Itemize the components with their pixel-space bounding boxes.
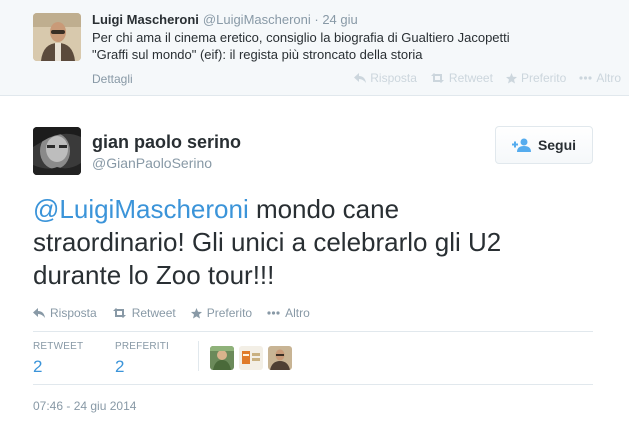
retweet-stat[interactable]: RETWEET 2 (33, 341, 115, 377)
parent-tweet-text: Per chi ama il cinema eretico, consiglio… (92, 29, 572, 63)
tweet-timestamp[interactable]: 07:46 - 24 giu 2014 (33, 399, 136, 413)
favorites-stat[interactable]: PREFERITI 2 (115, 341, 197, 377)
parent-tweet-time[interactable]: · 24 giu (314, 12, 357, 27)
retweet-action[interactable]: Retweet (112, 306, 176, 320)
reply-label: Risposta (50, 306, 97, 320)
parent-tweet-actions: Risposta Retweet Preferito Altro (341, 71, 621, 85)
more-icon (267, 311, 280, 315)
parent-reply-action[interactable]: Risposta (354, 71, 417, 85)
star-icon (190, 307, 202, 318)
parent-text-line: "Graffi sul mondo" (eif): il regista più… (92, 47, 423, 62)
parent-details-link[interactable]: Dettagli (92, 72, 133, 86)
favorites-count: 2 (115, 357, 125, 376)
parent-text-line: Per chi ama il cinema eretico, consiglio… (92, 30, 510, 45)
reply-icon (33, 308, 45, 318)
add-user-icon (511, 138, 531, 152)
favoriter-avatar[interactable] (239, 346, 263, 370)
divider (33, 331, 593, 332)
parent-favorite-action[interactable]: Preferito (505, 71, 567, 85)
retweet-icon (430, 73, 444, 83)
mention-link[interactable]: @LuigiMascheroni (33, 194, 249, 224)
favorite-action[interactable]: Preferito (190, 306, 253, 320)
favoriter-avatar[interactable] (268, 346, 292, 370)
favoriter-avatars (210, 346, 297, 370)
parent-author-handle[interactable]: @LuigiMascheroni (203, 12, 311, 27)
parent-favorite-label: Preferito (520, 71, 567, 85)
more-icon (579, 76, 592, 80)
follow-button[interactable]: Segui (495, 126, 593, 164)
reply-icon (354, 73, 367, 83)
favorite-label: Preferito (206, 306, 253, 320)
tweet-text-line: durante lo Zoo tour!!! (33, 260, 275, 290)
retweet-stat-label: RETWEET (33, 341, 84, 352)
parent-tweet[interactable]: Luigi Mascheroni @LuigiMascheroni · 24 gi… (0, 0, 629, 96)
more-label: Altro (285, 306, 310, 320)
tweet-text-line: @LuigiMascheroni mondo cane (33, 193, 593, 226)
star-icon (505, 72, 517, 83)
divider (33, 384, 593, 385)
favoriter-avatar[interactable] (210, 346, 234, 370)
main-tweet-actions: Risposta Retweet Preferito Altro (33, 306, 325, 320)
stats-separator (198, 341, 199, 371)
parent-author-avatar[interactable] (33, 13, 81, 61)
tweet-text-segment: mondo cane (248, 194, 400, 224)
main-author-handle[interactable]: @GianPaoloSerino (92, 155, 212, 171)
tweet-stats: RETWEET 2 PREFERITI 2 (33, 341, 197, 377)
parent-reply-label: Risposta (370, 71, 417, 85)
main-author-name[interactable]: gian paolo serino (92, 132, 241, 153)
main-author-avatar[interactable] (33, 127, 81, 175)
parent-more-action[interactable]: Altro (579, 71, 621, 85)
more-action[interactable]: Altro (267, 306, 310, 320)
parent-author-name[interactable]: Luigi Mascheroni (92, 12, 199, 27)
retweet-count: 2 (33, 357, 43, 376)
retweet-label: Retweet (131, 306, 176, 320)
parent-more-label: Altro (596, 71, 621, 85)
follow-button-label: Segui (537, 137, 577, 153)
parent-retweet-label: Retweet (448, 71, 493, 85)
tweet-text-line: straordinario! Gli unici a celebrarlo gl… (33, 227, 502, 257)
main-tweet-text: @LuigiMascheroni mondo cane straordinari… (33, 193, 593, 292)
retweet-icon (112, 308, 126, 318)
parent-tweet-header: Luigi Mascheroni @LuigiMascheroni · 24 gi… (92, 12, 358, 28)
parent-retweet-action[interactable]: Retweet (430, 71, 493, 85)
favorites-stat-label: PREFERITI (115, 341, 170, 352)
reply-action[interactable]: Risposta (33, 306, 97, 320)
